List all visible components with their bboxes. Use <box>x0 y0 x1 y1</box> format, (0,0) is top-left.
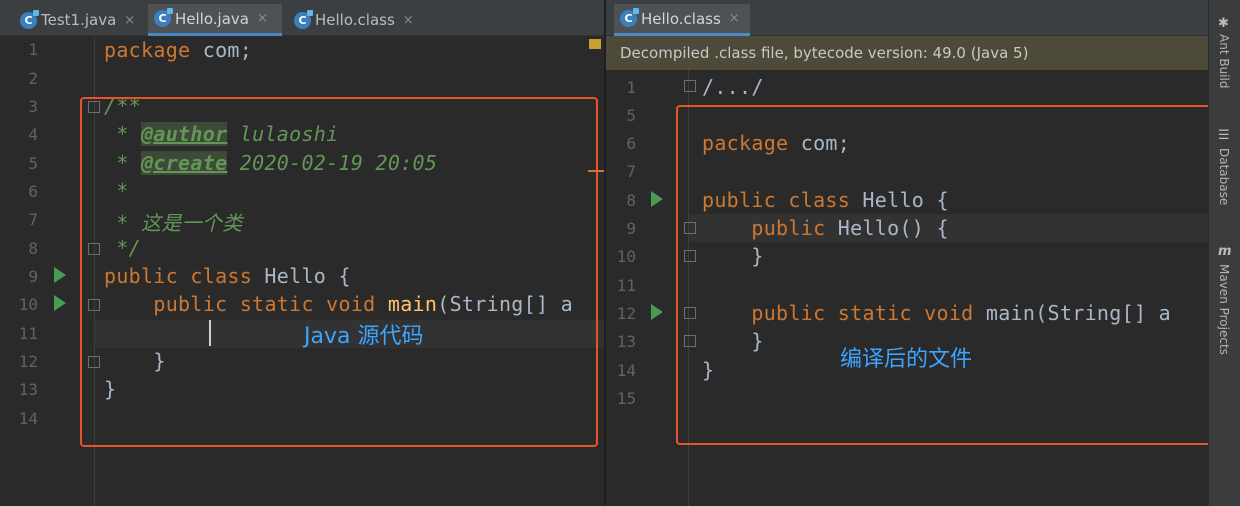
database-icon: ☰ <box>1218 128 1230 143</box>
ant-icon: ✱ <box>1218 16 1229 31</box>
tool-window-strip: ✱ Ant Build ☰ Database m Maven Projects <box>1208 0 1240 506</box>
line-number: 14 <box>18 409 38 428</box>
warning-marker <box>589 39 601 49</box>
line-number: 11 <box>616 276 636 295</box>
fold-marker-icon[interactable] <box>684 80 696 92</box>
line-number: 3 <box>28 97 38 116</box>
splitter-marker <box>588 170 604 172</box>
code-line: /.../ <box>702 75 764 99</box>
line-number: 11 <box>18 324 38 343</box>
line-number: 2 <box>28 69 38 88</box>
line-number: 10 <box>18 295 38 314</box>
line-number: 7 <box>626 162 636 181</box>
left-editor-pane: C Test1.java × C Hello.java × C Hello.cl… <box>0 0 606 506</box>
run-class-icon[interactable] <box>54 267 66 283</box>
line-number: 1 <box>28 40 38 59</box>
ant-build-tool-button[interactable]: Ant Build <box>1217 34 1231 88</box>
source-code-annotation: Java 源代码 <box>304 324 424 349</box>
code-line: package com; <box>104 38 253 62</box>
tab-label: Test1.java <box>41 11 117 29</box>
close-icon[interactable]: × <box>124 13 135 28</box>
close-icon[interactable]: × <box>403 13 414 28</box>
line-number: 12 <box>616 304 636 323</box>
left-tab-bar: C Test1.java × C Hello.java × C Hello.cl… <box>0 0 606 36</box>
run-class-icon[interactable] <box>651 191 663 207</box>
maven-projects-tool-button[interactable]: Maven Projects <box>1217 264 1231 355</box>
tab-hello-class[interactable]: C Hello.class × <box>614 4 750 36</box>
maven-icon: m <box>1218 244 1232 259</box>
java-class-icon: C <box>294 9 313 29</box>
database-tool-button[interactable]: Database <box>1217 148 1231 205</box>
line-number: 5 <box>626 106 636 125</box>
tab-hello-class[interactable]: C Hello.class × <box>288 4 424 36</box>
tab-hello-java[interactable]: C Hello.java × <box>148 4 282 36</box>
line-number: 4 <box>28 125 38 144</box>
run-main-icon[interactable] <box>651 304 663 320</box>
close-icon[interactable]: × <box>729 11 740 26</box>
line-number: 10 <box>616 247 636 266</box>
line-number: 7 <box>28 210 38 229</box>
run-main-icon[interactable] <box>54 295 66 311</box>
line-number: 12 <box>18 352 38 371</box>
java-class-icon: C <box>620 8 639 27</box>
right-tab-bar: C Hello.class × <box>606 0 1208 36</box>
decompiled-banner: Decompiled .class file, bytecode version… <box>606 36 1208 70</box>
line-number: 1 <box>626 78 636 97</box>
close-icon[interactable]: × <box>257 11 268 26</box>
java-class-icon: C <box>20 9 39 29</box>
tab-test1-java[interactable]: C Test1.java × <box>14 4 144 36</box>
line-number: 14 <box>616 361 636 380</box>
tab-label: Hello.java <box>175 9 249 28</box>
line-number: 9 <box>626 219 636 238</box>
tab-label: Hello.class <box>315 11 395 29</box>
tab-label: Hello.class <box>641 9 721 28</box>
line-number: 6 <box>626 134 636 153</box>
line-number: 15 <box>616 389 636 408</box>
line-number: 8 <box>28 239 38 258</box>
line-number: 13 <box>616 332 636 351</box>
compiled-file-annotation: 编译后的文件 <box>840 347 973 372</box>
compiled-file-highlight-box <box>676 105 1208 445</box>
java-class-icon: C <box>154 8 173 27</box>
line-number: 8 <box>626 191 636 210</box>
line-number: 13 <box>18 380 38 399</box>
line-number: 9 <box>28 267 38 286</box>
line-number: 5 <box>28 154 38 173</box>
right-editor-pane: C Hello.class × Decompiled .class file, … <box>606 0 1208 506</box>
source-code-highlight-box <box>80 97 598 447</box>
line-number: 6 <box>28 182 38 201</box>
